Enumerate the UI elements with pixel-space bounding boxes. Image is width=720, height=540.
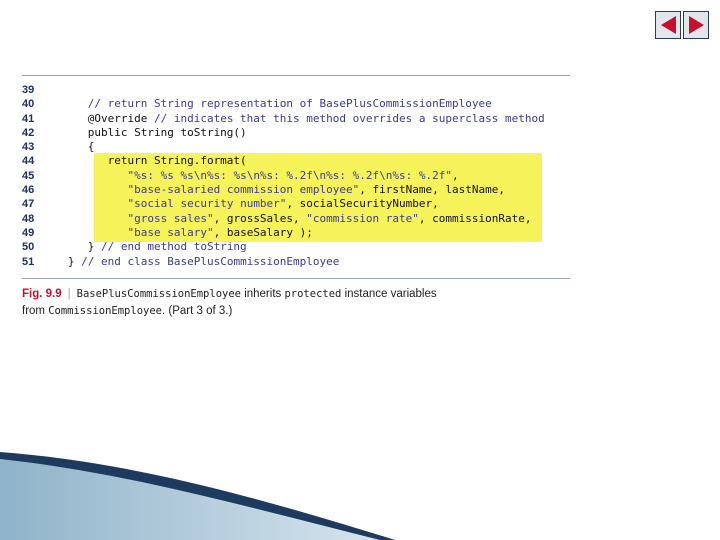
code-line: 39 [22,83,545,97]
line-number: 49 [22,226,35,239]
code-token: , commissionRate, [418,211,532,225]
code-line: 40 // return String representation of Ba… [22,97,545,111]
next-slide-button[interactable] [683,11,709,39]
code-token: , grossSales, [213,211,307,225]
code-text: public String toString() [48,126,247,140]
code-token: @Override [48,111,154,125]
code-token: } [48,254,82,268]
code-string: "gross sales" [127,211,214,225]
caption-separator: | [67,288,71,300]
figure-label: Fig. 9.9 [22,288,62,300]
previous-slide-button[interactable] [655,11,681,39]
code-text: { [48,140,95,154]
code-line: 44 return String.format( [22,154,545,168]
code-text: "%s: %s %s\n%s: %s\n%s: %.2f\n%s: %.2f\n… [48,168,459,183]
code-line: 47 "social security number", socialSecur… [22,197,545,211]
line-number: 51 [22,255,35,268]
code-text: "gross sales", grossSales, "commission r… [48,212,531,226]
code-comment: // end method toString [100,240,247,254]
code-listing: 39 40 // return String representation of … [22,83,545,269]
code-line: 45 "%s: %s %s\n%s: %s\n%s: %.2f\n%s: %.2… [22,169,545,183]
code-text: @Override // indicates that this method … [48,112,545,126]
decorative-swoosh [0,452,395,540]
code-line: 49 "base salary", baseSalary ); [22,226,545,240]
line-number: 43 [22,141,35,154]
caption-keyword: protected [284,288,342,300]
line-number: 46 [22,184,35,197]
caption-text: instance variables [341,288,437,300]
code-string: "%s: %s %s\n%s: %s\n%s: %.2f\n%s: %.2f\n… [127,168,452,182]
code-line: 50 } // end method toString [22,240,545,254]
code-line: 43 { [22,140,545,154]
line-number: 50 [22,241,35,254]
caption-text: . (Part 3 of 3.) [162,305,233,317]
code-comment: // return String representation of BaseP… [87,97,492,111]
code-line: 51 } // end class BasePlusCommissionEmpl… [22,255,545,269]
arrow-right-icon [688,16,704,34]
code-token: , socialSecurityNumber, [286,197,439,211]
code-text: "social security number", socialSecurity… [48,197,439,211]
code-token: , baseSalary ); [213,225,313,239]
caption-text: from [22,305,49,317]
code-text: "base salary", baseSalary ); [48,225,313,240]
caption-class-name: BasePlusCommissionEmployee [76,288,241,300]
top-divider [22,75,570,76]
figure-caption: Fig. 9.9 | BasePlusCommissionEmployee inhe… [22,286,437,320]
line-number: 40 [22,98,35,111]
code-token: , firstName, lastName, [359,183,505,197]
code-text: "base-salaried commission employee", fir… [48,183,505,197]
line-number: 39 [22,84,35,96]
caption-text: inherits [241,288,285,300]
line-number: 44 [22,155,35,168]
arrow-left-icon [660,16,676,34]
code-string: "commission rate" [306,211,419,225]
code-text: // return String representation of BaseP… [48,97,492,111]
code-comment: // end class BasePlusCommissionEmployee [81,254,340,268]
code-comment: // indicates that this method overrides … [153,111,545,125]
code-string: "base-salaried commission employee" [127,183,360,197]
code-text: } // end method toString [48,240,247,254]
code-line: 48 "gross sales", grossSales, "commissio… [22,212,545,226]
caption-class-name-2: CommissionEmployee [48,305,162,317]
line-number: 48 [22,212,35,225]
line-number: 47 [22,198,35,211]
code-token: } [48,240,101,254]
line-number: 42 [22,126,35,139]
code-token: return String.format( [48,154,247,168]
code-text: return String.format( [48,154,247,168]
code-token: , [452,168,459,182]
code-line: 46 "base-salaried commission employee", … [22,183,545,197]
line-number: 41 [22,112,35,125]
code-line: 42 public String toString() [22,126,545,140]
code-line: 41 @Override // indicates that this meth… [22,112,545,126]
code-string: "social security number" [127,197,287,211]
line-number: 45 [22,169,35,182]
code-text: } // end class BasePlusCommissionEmploye… [48,254,340,269]
code-token: public String toString() [48,125,247,139]
code-string: "base salary" [127,225,214,239]
code-token: { [48,140,95,154]
bottom-divider [22,278,570,279]
